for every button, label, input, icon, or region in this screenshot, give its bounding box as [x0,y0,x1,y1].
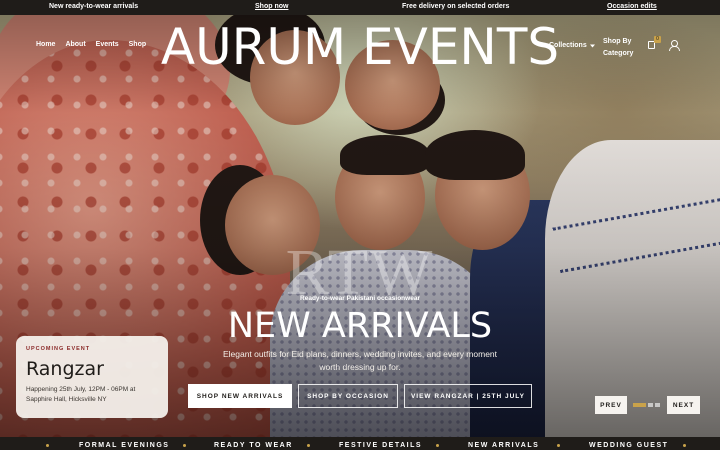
marquee-dot [557,444,560,447]
collections-label: Collections [549,42,587,49]
hero-subtext: Elegant outfits for Eid plans, dinners, … [222,349,498,372]
occasion-edits-link[interactable]: Occasion edits [607,3,657,10]
marquee-dot [436,444,439,447]
hero-kicker: Ready-to-wear Pakistani occasionwear [300,295,420,302]
marquee-dot [307,444,310,447]
shop-new-arrivals-button[interactable]: SHOP NEW ARRIVALS [188,384,292,408]
view-rangzar-button[interactable]: VIEW RANGZAR | 25TH JULY [404,384,532,408]
slide-indicator-active[interactable] [633,403,646,407]
marquee-item[interactable]: FESTIVE DETAILS [339,442,422,449]
user-icon[interactable] [669,40,680,51]
shop-by-label: Shop By [603,38,632,45]
nav-item-shop-by-category[interactable]: Shop By Category [603,36,637,60]
upcoming-event-card[interactable]: UPCOMING EVENT Rangzar Happening 25th Ju… [16,336,168,418]
nav-item-collections[interactable]: Collections [549,42,595,49]
shop-by-occasion-button[interactable]: SHOP BY OCCASION [298,384,398,408]
marquee-dot [46,444,49,447]
marquee-item[interactable]: FORMAL EVENINGS [79,442,169,449]
shop-now-link[interactable]: Shop now [255,3,288,10]
prev-slide-button[interactable]: PREV [595,396,627,414]
marquee-dot [183,444,186,447]
event-detail: Happening 25th July, 12PM - 06PM at Sapp… [26,386,136,403]
announcement-center-text: Free delivery on selected orders [402,3,510,10]
event-kicker: UPCOMING EVENT [26,346,91,352]
chevron-down-icon [589,44,595,47]
announcement-left-text: New ready-to-wear arrivals [49,3,139,10]
marquee-item[interactable]: WEDDING GUEST [589,442,668,449]
marquee-item[interactable]: NEW ARRIVALS [468,442,539,449]
category-marquee: FORMAL EVENINGS READY TO WEAR FESTIVE DE… [0,437,720,450]
announcement-bar: New ready-to-wear arrivals Shop now Free… [0,0,720,15]
category-label: Category [603,50,634,57]
cart-count-badge: 0 [654,36,661,43]
slide-indicators [633,403,660,407]
marquee-item[interactable]: READY TO WEAR [214,442,293,449]
marquee-dot [683,444,686,447]
slide-indicator[interactable] [655,403,660,407]
slide-indicator[interactable] [648,403,653,407]
event-title: Rangzar [26,358,104,380]
next-slide-button[interactable]: NEXT [667,396,700,414]
